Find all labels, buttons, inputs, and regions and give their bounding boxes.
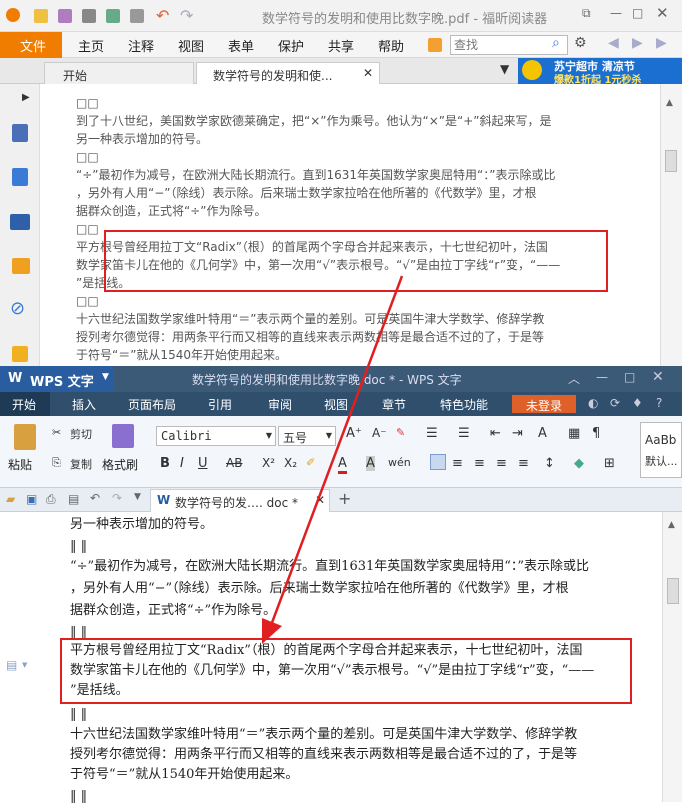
annotation-arrow	[262, 275, 404, 644]
